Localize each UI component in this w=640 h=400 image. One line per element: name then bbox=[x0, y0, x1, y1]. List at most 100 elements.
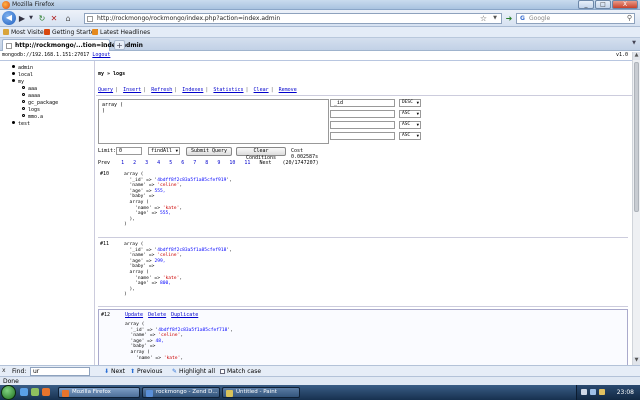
sort-field-input[interactable]: _id bbox=[330, 99, 395, 107]
menu-query[interactable]: Query bbox=[98, 87, 113, 93]
menu-remove[interactable]: Remove bbox=[279, 87, 297, 93]
task-paint[interactable]: Untitled - Paint bbox=[222, 387, 300, 398]
tab-strip: http://rockmongo/...tion=index.admin x +… bbox=[0, 38, 640, 51]
pager-page-2[interactable]: 2 bbox=[133, 160, 136, 166]
stop-button[interactable]: ✕ bbox=[49, 12, 59, 25]
url-dropdown-icon[interactable]: ▼ bbox=[493, 15, 497, 21]
tab-rockmongo[interactable]: http://rockmongo/...tion=index.admin x bbox=[2, 39, 143, 51]
sort-field-input[interactable] bbox=[330, 110, 395, 118]
scroll-thumb[interactable] bbox=[634, 62, 639, 212]
start-button[interactable] bbox=[1, 385, 16, 400]
minimize-button[interactable]: _ bbox=[578, 0, 594, 9]
action-select[interactable]: findAll ▼ bbox=[148, 147, 180, 155]
logout-link[interactable]: Logout bbox=[92, 52, 110, 58]
tree-coll-logs[interactable]: logs bbox=[22, 107, 40, 113]
new-tab-button[interactable]: + bbox=[114, 40, 125, 50]
search-icon[interactable]: ⚲ bbox=[627, 14, 632, 22]
scroll-up-icon[interactable]: ▲ bbox=[633, 52, 640, 60]
db-tree: admin local my aaa aaaa gc_package logs … bbox=[0, 61, 95, 365]
find-close-icon[interactable]: x bbox=[2, 367, 6, 374]
pager-page-10[interactable]: 10 bbox=[229, 160, 235, 166]
page-scrollbar[interactable]: ▲ ▼ bbox=[632, 52, 640, 365]
highlight-all-button[interactable]: ✎ Highlight all bbox=[172, 368, 215, 375]
tree-coll-aaaa[interactable]: aaaa bbox=[22, 93, 40, 99]
sort-order-select[interactable]: DESC ▼ bbox=[399, 99, 421, 107]
ie-icon[interactable] bbox=[20, 388, 28, 396]
find-input[interactable]: ur bbox=[30, 367, 90, 376]
limit-input[interactable]: 0 bbox=[116, 147, 142, 155]
record-row[interactable]: #10 array ( '_id' => '4bdff8f2c83a5f1a85… bbox=[98, 169, 628, 238]
show-desktop-icon[interactable] bbox=[31, 388, 39, 396]
find-bar: x Find: ur ⬇ Next ⬆ Previous ✎ Highlight al… bbox=[0, 365, 640, 376]
tree-coll-aaa[interactable]: aaa bbox=[22, 86, 37, 92]
sort-field-input[interactable] bbox=[330, 132, 395, 140]
task-zend[interactable]: rockmongo - Zend D... bbox=[142, 387, 220, 398]
volume-icon[interactable] bbox=[590, 389, 596, 395]
delete-link[interactable]: Delete bbox=[148, 312, 166, 318]
bookmark-most-visited[interactable]: Most Visited bbox=[3, 29, 48, 36]
duplicate-link[interactable]: Duplicate bbox=[171, 312, 198, 318]
address-bar[interactable]: http://rockmongo/rockmongo/index.php?act… bbox=[84, 13, 502, 24]
reload-button[interactable]: ↻ bbox=[37, 12, 47, 25]
bullet-icon bbox=[22, 86, 25, 89]
pager-page-4[interactable]: 4 bbox=[157, 160, 160, 166]
google-icon[interactable]: G bbox=[520, 15, 525, 22]
record-row[interactable]: #11 array ( '_id' => '4bdff8f2c83a5f1a85… bbox=[98, 239, 628, 307]
find-previous-button[interactable]: ⬆ Previous bbox=[130, 368, 162, 375]
sort-field-input[interactable] bbox=[330, 121, 395, 129]
tree-db-admin[interactable]: admin bbox=[12, 65, 33, 71]
record-row[interactable]: #12 Update Delete Duplicate array ( '_id… bbox=[98, 309, 628, 365]
sort-order-select[interactable]: ASC ▼ bbox=[399, 121, 421, 129]
close-window-button[interactable]: X bbox=[612, 0, 638, 9]
find-next-button[interactable]: ⬇ Next bbox=[104, 368, 125, 375]
pager-page-7[interactable]: 7 bbox=[193, 160, 196, 166]
bookmark-latest-headlines[interactable]: Latest Headlines bbox=[92, 29, 150, 36]
system-tray: 23:08 bbox=[576, 385, 640, 400]
bookmark-star-icon[interactable]: ☆ bbox=[480, 14, 487, 23]
firefox-quicklaunch-icon[interactable] bbox=[42, 388, 50, 396]
history-dropdown-icon[interactable]: ▼ bbox=[28, 12, 34, 25]
menu-clear[interactable]: Clear bbox=[254, 87, 269, 93]
tree-db-my[interactable]: my bbox=[12, 79, 24, 85]
tree-db-local[interactable]: local bbox=[12, 72, 33, 78]
pager-page-3[interactable]: 3 bbox=[145, 160, 148, 166]
sort-order-select[interactable]: ASC ▼ bbox=[399, 132, 421, 140]
pager-prev[interactable]: Prev bbox=[98, 160, 110, 166]
pager-page-9[interactable]: 9 bbox=[217, 160, 220, 166]
pager-page-1[interactable]: 1 bbox=[121, 160, 124, 166]
getting-started-icon bbox=[44, 29, 50, 35]
tree-coll-mmo-a[interactable]: mmo.a bbox=[22, 114, 43, 120]
address-url[interactable]: http://rockmongo/rockmongo/index.php?act… bbox=[97, 15, 280, 22]
menu-refresh[interactable]: Refresh bbox=[151, 87, 172, 93]
maximize-button[interactable]: □ bbox=[595, 0, 611, 9]
pager-page-11[interactable]: 11 bbox=[244, 160, 250, 166]
pager-page-5[interactable]: 5 bbox=[169, 160, 172, 166]
clear-conditions-button[interactable]: Clear Conditions bbox=[236, 147, 286, 161]
match-case-checkbox[interactable]: Match case bbox=[220, 368, 261, 375]
notification-icon[interactable] bbox=[599, 389, 605, 395]
search-input[interactable]: G Google ⚲ bbox=[516, 13, 635, 24]
tree-coll-gc-package[interactable]: gc_package bbox=[22, 100, 58, 106]
menu-statistics[interactable]: Statistics bbox=[213, 87, 243, 93]
pager-page-8[interactable]: 8 bbox=[205, 160, 208, 166]
forward-button[interactable]: ▶ bbox=[17, 12, 27, 25]
back-button[interactable]: ◀ bbox=[2, 11, 16, 25]
query-textarea[interactable]: array ( ) bbox=[98, 99, 329, 144]
tree-db-test[interactable]: test bbox=[12, 121, 30, 127]
submit-query-button[interactable]: Submit Query bbox=[186, 147, 232, 156]
update-link[interactable]: Update bbox=[125, 312, 143, 318]
most-visited-icon bbox=[3, 29, 9, 35]
pager-next[interactable]: Next bbox=[259, 160, 271, 166]
pager-page-6[interactable]: 6 bbox=[181, 160, 184, 166]
home-button[interactable]: ⌂ bbox=[63, 12, 73, 25]
network-icon[interactable] bbox=[581, 389, 587, 395]
tab-close-icon[interactable]: x bbox=[102, 41, 106, 49]
menu-insert[interactable]: Insert bbox=[123, 87, 141, 93]
tab-list-icon[interactable]: ▼ bbox=[632, 40, 636, 46]
sort-order-select[interactable]: ASC ▼ bbox=[399, 110, 421, 118]
task-firefox[interactable]: Mozilla Firefox bbox=[58, 387, 140, 398]
menu-indexes[interactable]: Indexes bbox=[182, 87, 203, 93]
go-button[interactable]: ➜ bbox=[504, 12, 514, 25]
scroll-down-icon[interactable]: ▼ bbox=[633, 357, 640, 365]
bookmark-getting-started[interactable]: Getting Started bbox=[44, 29, 98, 36]
